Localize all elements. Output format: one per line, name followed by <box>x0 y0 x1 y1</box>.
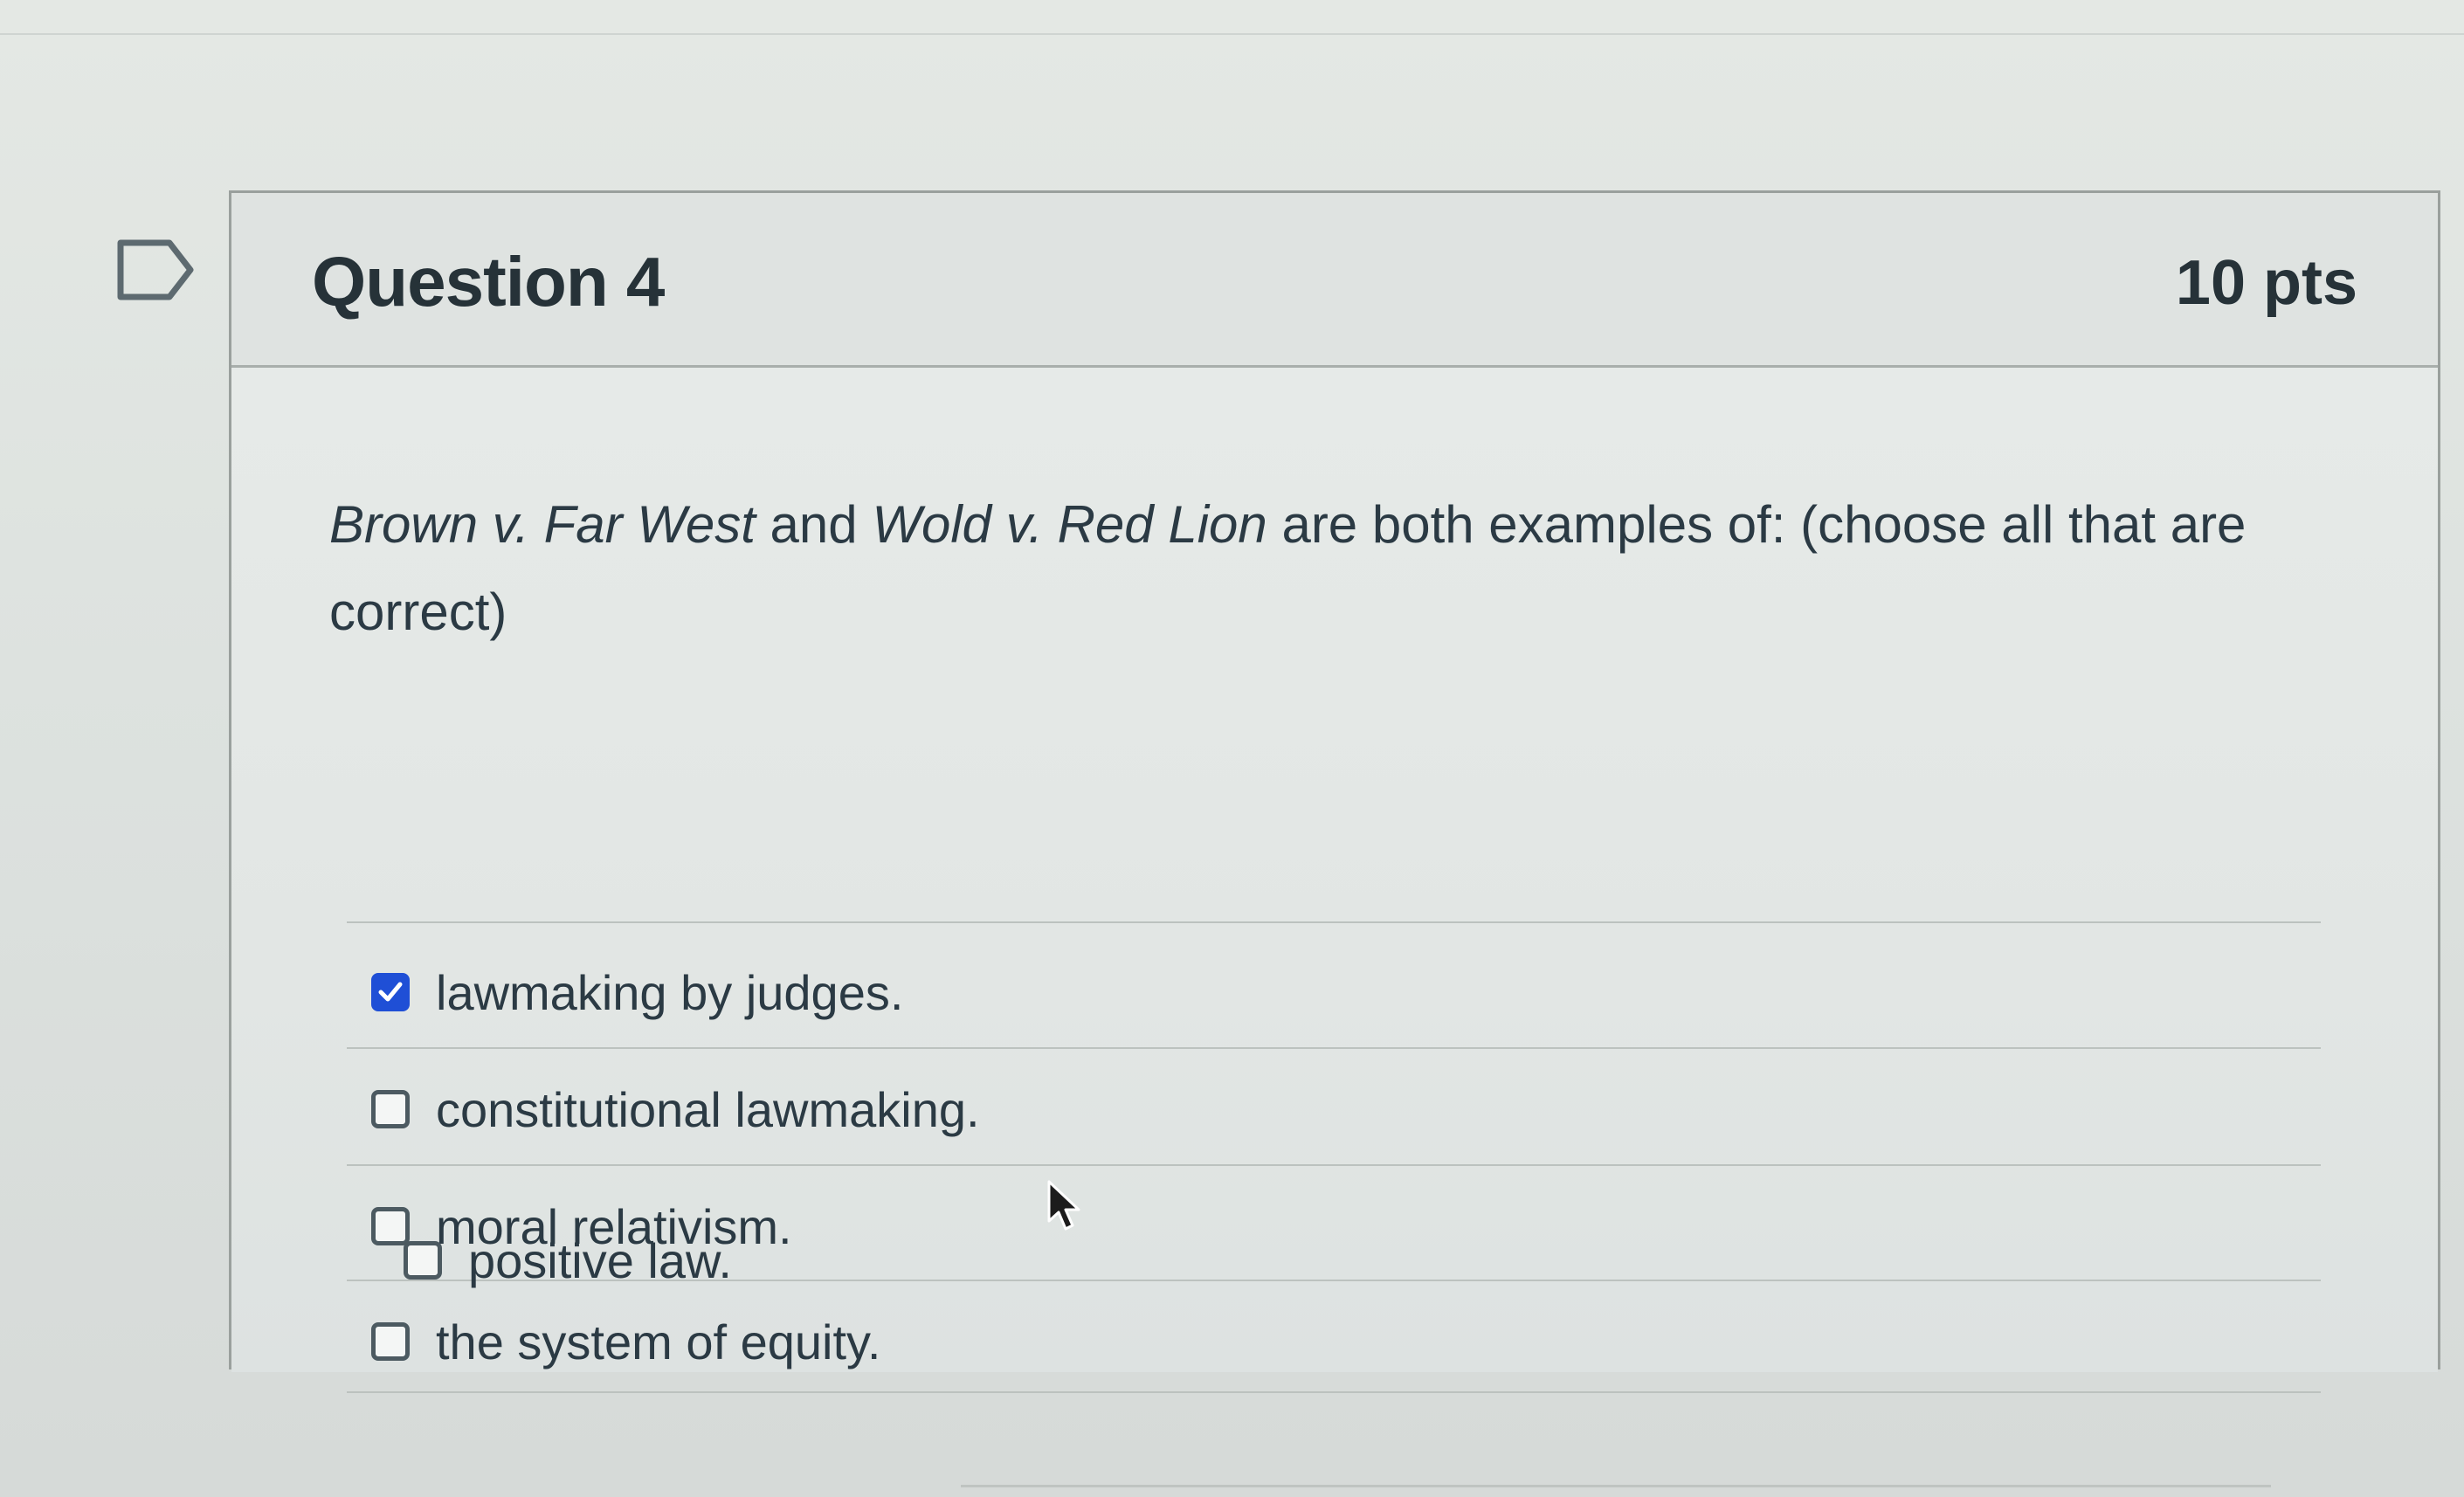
answer-option-positive-law[interactable]: positive law. <box>404 1212 2325 1308</box>
checkmark-icon <box>378 982 403 1002</box>
top-rule <box>0 33 2464 35</box>
answer-option-constitutional-lawmaking[interactable]: constitutional lawmaking. <box>371 1061 2293 1157</box>
answer-checkbox-checked[interactable] <box>371 973 410 1011</box>
question-text-case-1: Brown v. Far West <box>329 495 756 554</box>
answer-divider <box>347 1391 2321 1393</box>
answer-divider <box>347 921 2321 923</box>
bookmark-flag-icon[interactable] <box>115 238 196 302</box>
answer-checkbox[interactable] <box>371 1090 410 1128</box>
answer-label: constitutional lawmaking. <box>436 1081 980 1137</box>
question-title: Question 4 <box>312 243 665 321</box>
question-text: Brown v. Far West and Wold v. Red Lion a… <box>329 481 2338 656</box>
answer-divider <box>347 1164 2321 1166</box>
question-header: Question 4 10 pts <box>231 193 2438 368</box>
answer-divider <box>347 1047 2321 1049</box>
bottom-rule <box>961 1485 2271 1487</box>
question-text-case-2: Wold v. Red Lion <box>872 495 1267 554</box>
question-card: Question 4 10 pts Brown v. Far West and … <box>229 190 2440 1393</box>
answer-label: the system of equity. <box>436 1314 881 1369</box>
mouse-pointer-icon <box>1046 1179 1081 1233</box>
answer-checkbox[interactable] <box>404 1241 442 1280</box>
answer-option-lawmaking-by-judges[interactable]: lawmaking by judges. <box>371 944 2293 1040</box>
answer-label: lawmaking by judges. <box>436 964 904 1020</box>
question-points: 10 pts <box>2175 248 2357 318</box>
question-text-connector: and <box>755 495 873 554</box>
answer-label: positive law. <box>468 1232 732 1288</box>
answer-checkbox[interactable] <box>371 1322 410 1361</box>
